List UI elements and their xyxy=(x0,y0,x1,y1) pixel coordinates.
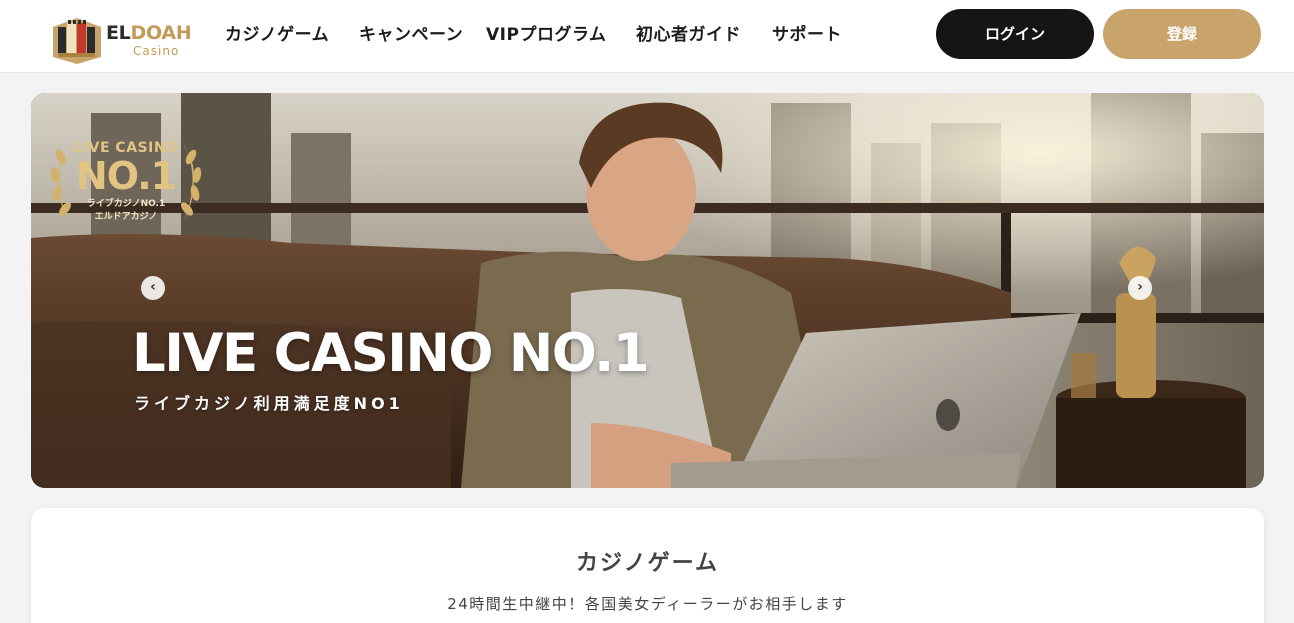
brand-name: ELDOAH xyxy=(106,22,192,44)
castle-logo-icon xyxy=(53,18,101,64)
site-header: ELDOAH Casino カジノゲーム キャンペーン VIPプログラム 初心者… xyxy=(0,0,1294,73)
badge-line-2: エルドアカジノ xyxy=(94,212,158,222)
section-subtitle: 24時間生中継中！各国美女ディーラーがお相手します xyxy=(447,595,848,613)
register-button[interactable]: 登録 xyxy=(1103,9,1261,59)
login-button[interactable]: ログイン xyxy=(936,9,1094,59)
casino-games-section: カジノゲーム 24時間生中継中！各国美女ディーラーがお相手します xyxy=(31,508,1264,623)
badge-line-1: ライブカジノNO.1 xyxy=(86,199,166,209)
hero-background-image xyxy=(31,93,1264,488)
hero-title: LIVE CASINO NO.1 xyxy=(132,323,650,384)
nav-item-vip-program[interactable]: VIPプログラム xyxy=(486,22,606,48)
nav-item-campaign[interactable]: キャンペーン xyxy=(359,22,463,48)
nav-item-beginner-guide[interactable]: 初心者ガイド xyxy=(636,22,741,48)
brand-logo[interactable]: ELDOAH Casino xyxy=(52,17,192,65)
brand-subtitle: Casino xyxy=(133,44,180,58)
badge-number: NO.1 xyxy=(75,154,177,198)
hero-banner[interactable]: LIVE CASINO NO.1 ライブカジノNO.1 エルドアカジノ ‹ › … xyxy=(31,93,1264,488)
section-title: カジノゲーム xyxy=(576,551,719,576)
hero-subtitle: ライブカジノ利用満足度NO1 xyxy=(134,394,404,413)
carousel-prev-icon[interactable]: ‹ xyxy=(141,276,165,300)
nav-item-casino-games[interactable]: カジノゲーム xyxy=(225,22,329,48)
nav-item-support[interactable]: サポート xyxy=(772,22,842,48)
carousel-next-icon[interactable]: › xyxy=(1128,276,1152,300)
award-badge: LIVE CASINO NO.1 ライブカジノNO.1 エルドアカジノ xyxy=(41,135,211,227)
